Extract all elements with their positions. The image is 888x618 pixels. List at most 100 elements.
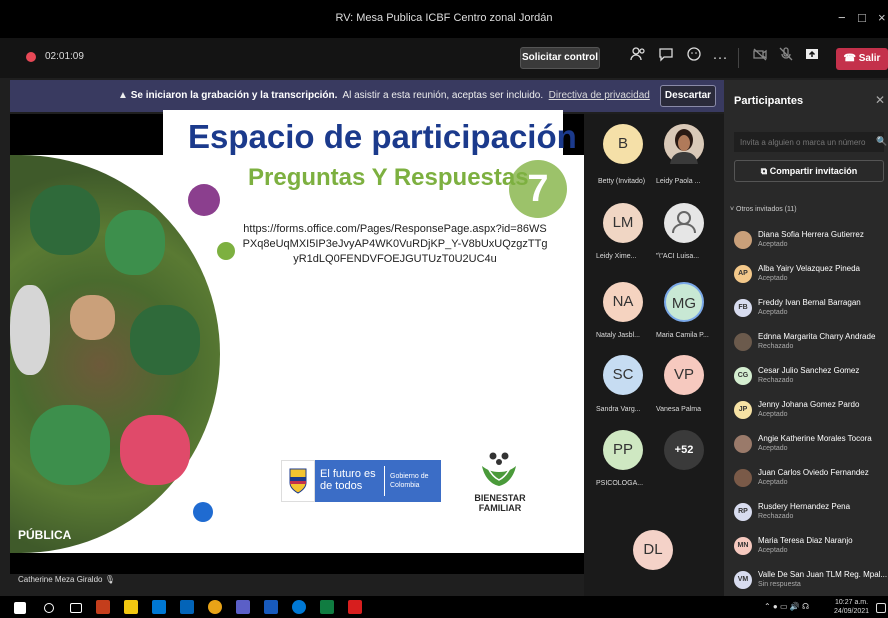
participant-avatar[interactable]: VP <box>664 355 704 395</box>
reactions-icon[interactable] <box>682 46 706 70</box>
teams-icon[interactable] <box>236 600 250 614</box>
participant-name: Diana Sofia Herrera Gutierrez <box>758 230 864 239</box>
participants-icon[interactable] <box>626 46 650 70</box>
participant-row[interactable]: Juan Carlos Oviedo Fernandez Aceptado <box>734 467 886 497</box>
close-icon[interactable]: × <box>878 10 886 25</box>
decorative-circle <box>217 242 235 260</box>
share-screen-icon[interactable] <box>800 46 824 70</box>
participant-avatar[interactable]: B <box>603 124 643 164</box>
excel-icon[interactable] <box>320 600 334 614</box>
participant-status: Aceptado <box>758 309 788 316</box>
banner-bold-text: Se iniciaron la grabación y la transcrip… <box>130 90 338 101</box>
participant-name: Angie Katherine Morales Tocora <box>758 434 872 443</box>
participant-row[interactable]: AP Alba Yairy Velazquez Pineda Aceptado <box>734 263 886 293</box>
minimize-icon[interactable]: − <box>838 10 846 25</box>
invite-input[interactable] <box>734 132 884 152</box>
avatar <box>734 231 752 249</box>
acrobat-icon[interactable] <box>348 600 362 614</box>
close-panel-icon[interactable]: ✕ <box>875 93 885 107</box>
colombia-shield-icon <box>281 460 315 502</box>
search-icon[interactable]: 🔍 <box>876 136 887 147</box>
participant-name: Leidy Paola ... <box>656 178 701 185</box>
participant-avatar[interactable] <box>664 203 704 243</box>
share-invite-button[interactable]: ⧉ Compartir invitación <box>734 160 884 182</box>
participant-name: "\"ACI Luisa... <box>656 253 700 260</box>
participant-name: PSICOLOGA... <box>596 480 644 487</box>
banner-text: Al asistir a esta reunión, aceptas ser i… <box>342 90 544 101</box>
participant-name: Nataly Jasbl... <box>596 332 640 339</box>
title-bar: RV: Mesa Publica ICBF Centro zonal Jordá… <box>0 0 888 38</box>
search-icon[interactable] <box>44 603 54 613</box>
participant-row[interactable]: CG Cesar Julio Sanchez Gomez Rechazado <box>734 365 886 395</box>
participant-name: Betty (Invitado) <box>598 178 646 185</box>
avatar: AP <box>734 265 752 283</box>
avatar <box>734 333 752 351</box>
request-control-button[interactable]: Solicitar control <box>520 47 600 69</box>
participant-avatar[interactable]: DL <box>633 530 673 570</box>
maximize-icon[interactable]: □ <box>858 10 866 25</box>
participant-row[interactable]: Angie Katherine Morales Tocora Aceptado <box>734 433 886 463</box>
participant-status: Aceptado <box>758 411 788 418</box>
others-invited-section[interactable]: ˅ Otros invitados (11) <box>730 206 797 213</box>
gov-slogan: El futuro es de todos <box>320 468 376 492</box>
camera-off-icon[interactable] <box>748 46 772 70</box>
skype-icon[interactable] <box>152 600 166 614</box>
participant-status: Aceptado <box>758 547 788 554</box>
participant-row[interactable]: MN Maria Teresa Diaz Naranjo Aceptado <box>734 535 886 565</box>
participant-avatar[interactable]: PP <box>603 430 643 470</box>
logo-divider <box>384 466 385 496</box>
windows-start-icon[interactable] <box>14 602 26 614</box>
meeting-timer: 02:01:09 <box>45 51 84 62</box>
participant-avatar[interactable]: LM <box>603 203 643 243</box>
task-view-icon[interactable] <box>70 603 82 613</box>
participant-avatar[interactable]: MG <box>664 282 704 322</box>
decorative-circle <box>193 502 213 522</box>
slide-photo <box>10 155 220 553</box>
bienestar-familiar-text: BIENESTAR FAMILIAR <box>474 493 526 513</box>
share-icon: ⧉ <box>760 166 770 176</box>
participant-name: Juan Carlos Oviedo Fernandez <box>758 468 869 477</box>
avatar <box>734 469 752 487</box>
bienestar-familiar-logo <box>478 450 520 490</box>
powerpoint-icon[interactable] <box>96 600 110 614</box>
participant-avatar[interactable] <box>664 124 704 164</box>
participant-avatar[interactable]: +52 <box>664 430 704 470</box>
participant-row[interactable]: JP Jenny Johana Gomez Pardo Aceptado <box>734 399 886 429</box>
participant-row[interactable]: VM Valle De San Juan TLM Reg. Mpal... Sin … <box>734 569 888 599</box>
system-tray-icons[interactable]: ⌃ ● ▭ 🔊 ☊ <box>764 602 809 611</box>
banner-message: ▲ Se iniciaron la grabación y la transcr… <box>118 90 650 101</box>
clock-time: 10:27 a.m. <box>834 599 869 606</box>
mic-off-icon[interactable] <box>774 46 798 70</box>
notifications-icon[interactable] <box>876 603 886 613</box>
outlook-icon[interactable] <box>180 600 194 614</box>
chat-icon[interactable] <box>654 46 678 70</box>
leave-button[interactable]: ☎ Salir <box>836 48 888 70</box>
file-explorer-icon[interactable] <box>124 600 138 614</box>
participant-avatar[interactable]: NA <box>603 282 643 322</box>
avatar: MN <box>734 537 752 555</box>
more-options-icon[interactable]: ··· <box>708 46 732 70</box>
chrome-icon[interactable] <box>208 600 222 614</box>
window-title: RV: Mesa Publica ICBF Centro zonal Jordá… <box>335 12 553 24</box>
clock-date: 24/09/2021 <box>834 608 870 615</box>
section-label: Otros invitados (11) <box>736 206 797 213</box>
dismiss-button[interactable]: Descartar <box>660 85 716 107</box>
panel-title: Participantes <box>734 95 804 107</box>
participant-name: Valle De San Juan TLM Reg. Mpal... <box>758 570 888 579</box>
participant-status: Aceptado <box>758 275 788 282</box>
word-icon[interactable] <box>264 600 278 614</box>
participant-name: Alba Yairy Velazquez Pineda <box>758 264 860 273</box>
participant-row[interactable]: RP Rusdery Hernandez Pena Rechazado <box>734 501 886 531</box>
participant-avatar[interactable]: SC <box>603 355 643 395</box>
avatar: RP <box>734 503 752 521</box>
leave-label: Salir <box>858 53 881 64</box>
participant-row[interactable]: Ednna Margarita Charry Andrade Rechazado <box>734 331 886 361</box>
clock[interactable]: 10:27 a.m. 24/09/2021 <box>834 598 869 616</box>
participant-row[interactable]: FB Freddy Ivan Bernal Barragan Aceptado <box>734 297 886 327</box>
participant-row[interactable]: Diana Sofia Herrera Gutierrez Aceptado <box>734 229 886 259</box>
form-url: https://forms.office.com/Pages/ResponseP… <box>242 223 548 265</box>
privacy-link[interactable]: Directiva de privacidad <box>549 90 650 101</box>
edge-icon[interactable] <box>292 600 306 614</box>
participant-name: Maria Camila P... <box>656 332 709 339</box>
participant-status: Aceptado <box>758 445 788 452</box>
